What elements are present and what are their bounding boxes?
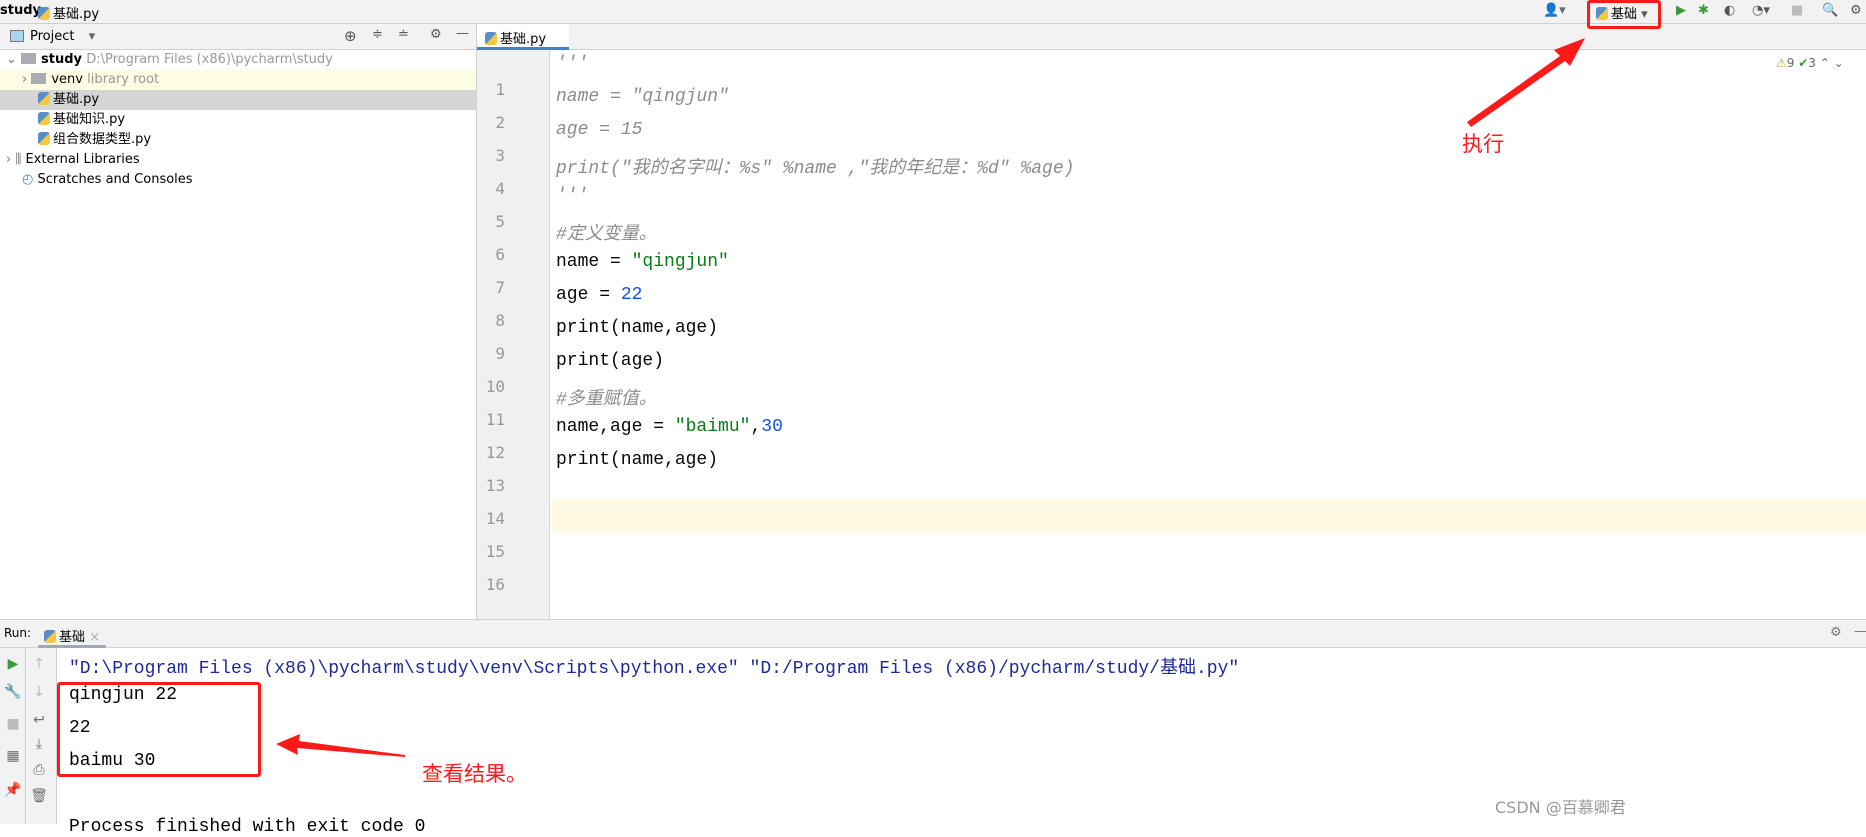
annotation-arrows [276,38,1585,757]
annotation-execute: 执行 [1462,132,1504,156]
annotation-view-result: 查看结果。 [422,762,527,786]
arrow-to-output [276,734,405,757]
arrow-to-run-config [1467,38,1585,127]
